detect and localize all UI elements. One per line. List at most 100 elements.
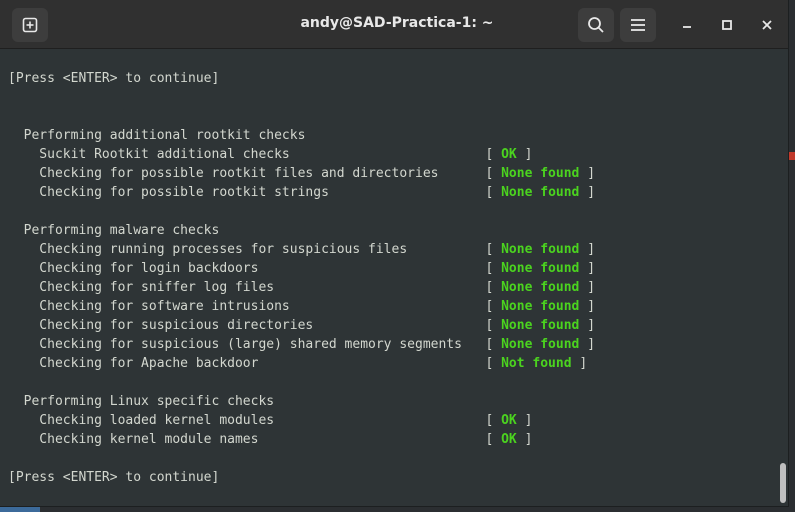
minimize-icon <box>683 26 691 28</box>
status-bracket-open: [ <box>485 432 502 447</box>
terminal-line-text: Performing malware checks <box>8 223 220 238</box>
terminal-line-text: Checking for possible rootkit strings <box>8 185 329 200</box>
status-padding <box>258 261 485 276</box>
status-result: None found <box>501 166 580 181</box>
terminal-line-text: Checking running processes for suspiciou… <box>8 242 408 257</box>
search-icon <box>588 17 604 33</box>
taskbar-edge <box>0 507 40 512</box>
status-bracket-close: ] <box>571 356 588 371</box>
menu-button[interactable] <box>620 8 656 42</box>
status-result: None found <box>501 185 580 200</box>
terminal-line-text: Checking for suspicious directories <box>8 318 314 333</box>
status-bracket-close: ] <box>579 166 596 181</box>
terminal-line: Checking for Apache backdoor [ Not found… <box>8 354 778 373</box>
terminal-line: Suckit Rootkit additional checks [ OK ] <box>8 145 778 164</box>
status-result: None found <box>501 261 580 276</box>
scrollbar-thumb[interactable] <box>780 463 786 503</box>
status-bracket-open: [ <box>485 337 502 352</box>
status-bracket-open: [ <box>485 261 502 276</box>
status-result: OK <box>501 147 517 162</box>
terminal-line-text: Performing additional rootkit checks <box>8 128 306 143</box>
terminal-line-text: Checking for possible rootkit files and … <box>8 166 439 181</box>
status-bracket-close: ] <box>579 261 596 276</box>
hamburger-menu-icon <box>631 19 645 31</box>
terminal-line: Checking for sniffer log files [ None fo… <box>8 278 778 297</box>
status-bracket-close: ] <box>579 318 596 333</box>
status-bracket-open: [ <box>485 318 502 333</box>
terminal-line: Checking for suspicious directories [ No… <box>8 316 778 335</box>
status-bracket-open: [ <box>485 185 502 200</box>
status-padding <box>290 299 486 314</box>
terminal-line: Checking for suspicious (large) shared m… <box>8 335 778 354</box>
status-bracket-open: [ <box>485 356 502 371</box>
status-result: None found <box>501 242 580 257</box>
terminal-line: Checking for login backdoors [ None foun… <box>8 259 778 278</box>
terminal-output[interactable]: [Press <ENTER> to continue] Performing a… <box>8 69 778 487</box>
status-bracket-open: [ <box>485 147 502 162</box>
status-bracket-open: [ <box>485 242 502 257</box>
window-title: andy@SAD-Practica-1: ~ <box>300 15 494 31</box>
status-bracket-close: ] <box>516 147 533 162</box>
status-result: OK <box>501 413 517 428</box>
status-bracket-close: ] <box>579 242 596 257</box>
close-icon <box>762 20 772 30</box>
terminal-line: Checking for software intrusions [ None … <box>8 297 778 316</box>
terminal-line: [Press <ENTER> to continue] <box>8 69 778 88</box>
status-padding <box>274 413 485 428</box>
status-bracket-close: ] <box>579 337 596 352</box>
status-padding <box>462 337 485 352</box>
terminal-line-text: Suckit Rootkit additional checks <box>8 147 290 162</box>
terminal-line-text: Checking for login backdoors <box>8 261 259 276</box>
status-padding <box>313 318 485 333</box>
terminal-line-text: Checking kernel module names <box>8 432 259 447</box>
title-bar: andy@SAD-Practica-1: ~ <box>0 0 788 49</box>
background-window-edge <box>789 152 795 160</box>
status-result: Not found <box>501 356 572 371</box>
maximize-button[interactable] <box>714 12 740 38</box>
terminal-line-text: [Press <ENTER> to continue] <box>8 470 220 485</box>
status-bracket-close: ] <box>516 432 533 447</box>
minimize-button[interactable] <box>674 12 700 38</box>
status-bracket-close: ] <box>516 413 533 428</box>
close-button[interactable] <box>754 12 780 38</box>
terminal-line: Checking running processes for suspiciou… <box>8 240 778 259</box>
status-bracket-close: ] <box>579 185 596 200</box>
status-padding <box>438 166 485 181</box>
terminal-line: Checking for possible rootkit files and … <box>8 164 778 183</box>
status-result: None found <box>501 337 580 352</box>
terminal-line-text: Performing Linux specific checks <box>8 394 275 409</box>
terminal-line: Performing additional rootkit checks <box>8 126 778 145</box>
terminal-line: Checking for possible rootkit strings [ … <box>8 183 778 202</box>
new-tab-button[interactable] <box>12 8 48 42</box>
status-bracket-close: ] <box>579 280 596 295</box>
terminal-line-text: [Press <ENTER> to continue] <box>8 71 220 86</box>
terminal-line-text: Checking for suspicious (large) shared m… <box>8 337 462 352</box>
status-bracket-close: ] <box>579 299 596 314</box>
terminal-line-text: Checking loaded kernel modules <box>8 413 275 428</box>
status-padding <box>407 242 485 257</box>
status-bracket-open: [ <box>485 413 502 428</box>
terminal-line-text: Checking for software intrusions <box>8 299 290 314</box>
status-padding <box>329 185 486 200</box>
terminal-window: andy@SAD-Practica-1: ~ [Press <ENTER> to… <box>0 0 789 507</box>
status-result: None found <box>501 318 580 333</box>
status-padding <box>274 280 485 295</box>
terminal-line-text: Checking for sniffer log files <box>8 280 275 295</box>
status-result: None found <box>501 280 580 295</box>
new-tab-icon <box>22 17 38 33</box>
status-bracket-open: [ <box>485 166 502 181</box>
status-bracket-open: [ <box>485 299 502 314</box>
terminal-line: Performing Linux specific checks <box>8 392 778 411</box>
status-result: None found <box>501 299 580 314</box>
search-button[interactable] <box>578 8 614 42</box>
status-padding <box>258 432 485 447</box>
status-bracket-open: [ <box>485 280 502 295</box>
terminal-line: Checking loaded kernel modules [ OK ] <box>8 411 778 430</box>
status-padding <box>258 356 485 371</box>
terminal-line: Checking kernel module names [ OK ] <box>8 430 778 449</box>
terminal-line: Performing malware checks <box>8 221 778 240</box>
terminal-line-text: Checking for Apache backdoor <box>8 356 259 371</box>
